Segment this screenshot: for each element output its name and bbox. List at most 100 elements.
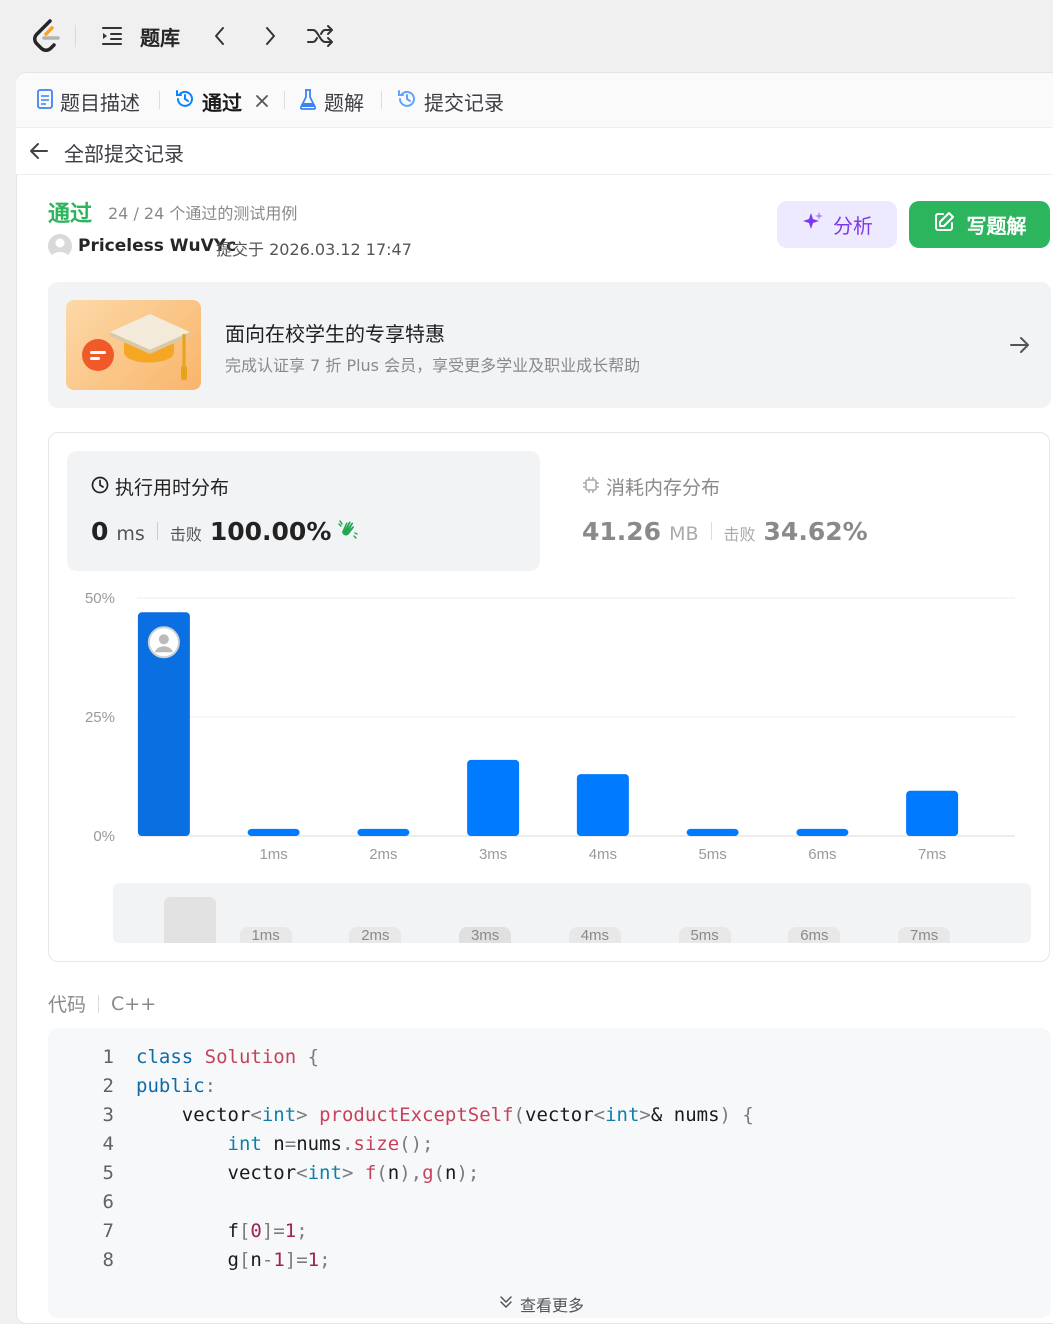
write-solution-button[interactable]: 写题解 (909, 201, 1050, 248)
code-token: 1 (273, 1249, 285, 1271)
range-navigator-label: 4ms (568, 927, 621, 943)
code-token: n (261, 1133, 285, 1155)
memory-title-row: 消耗内存分布 (582, 473, 720, 500)
runtime-unit: ms (116, 523, 145, 545)
code-text: vector<int> productExceptSelf(vector<int… (136, 1104, 754, 1126)
code-header: 代码 C++ (48, 990, 156, 1017)
range-navigator-label: 7ms (898, 927, 951, 943)
analyze-button[interactable]: 分析 (777, 201, 897, 248)
username[interactable]: Priceless WuVYc (78, 236, 236, 256)
back-button[interactable]: 全部提交记录 (28, 138, 184, 167)
code-text: public: (136, 1075, 216, 1097)
code-line: 6 (48, 1191, 1051, 1220)
code-token: f (364, 1162, 377, 1184)
prev-problem-chevron-left-icon[interactable] (210, 24, 230, 52)
memory-value-row: 41.26 MB 击败 34.62% (582, 517, 868, 546)
code-token: ) (719, 1104, 731, 1126)
code-token: : (204, 1075, 217, 1097)
code-token: ); (456, 1162, 480, 1184)
code-line: 3 vector<int> productExceptSelf(vector<i… (48, 1104, 1051, 1133)
sparkle-icon (801, 210, 825, 239)
code-token: [ (238, 1249, 251, 1271)
history-icon (174, 88, 196, 115)
submitted-at: 提交于 2026.03.12 17:47 (216, 240, 412, 259)
x-tick-label: 7ms (918, 846, 946, 863)
tab-label: 题解 (324, 91, 364, 115)
line-number: 6 (102, 1191, 114, 1213)
runtime-distribution-chart: 50% 25% 0% 1ms 2ms 3ms 4ms 5ms 6ms 7ms (85, 590, 1015, 863)
runtime-beat-value: 100.00% (209, 517, 332, 546)
tab-description[interactable]: 题目描述 (36, 87, 140, 116)
student-promo-banner[interactable]: 面向在校学生的专享特惠 完成认证享 7 折 Plus 会员，享受更多学业及职业成… (48, 282, 1051, 408)
x-tick-label: 6ms (808, 846, 836, 863)
code-token: n (387, 1162, 400, 1184)
range-navigator-label: 5ms (678, 927, 731, 943)
range-navigator[interactable]: 1ms 2ms 3ms 4ms 5ms 6ms 7ms (113, 883, 1031, 943)
code-token: ( (433, 1162, 445, 1184)
random-problem-shuffle-icon[interactable] (306, 24, 334, 52)
memory-beat-value: 34.62% (763, 517, 868, 546)
x-tick-label: 4ms (589, 846, 617, 863)
code-token: 0 (250, 1220, 262, 1242)
value-divider (710, 522, 712, 540)
tab-submissions[interactable]: 提交记录 (396, 87, 504, 116)
memory-stat-tab[interactable]: 消耗内存分布 41.26 MB 击败 34.62% (582, 451, 1022, 571)
line-number: 3 (102, 1104, 114, 1126)
back-label: 全部提交记录 (64, 142, 184, 166)
code-token: Solution (204, 1046, 297, 1068)
avatar-marker-head (158, 634, 169, 645)
value-divider (156, 522, 158, 540)
code-token: size (353, 1133, 400, 1155)
leetcode-logo-icon[interactable] (30, 18, 64, 54)
y-tick-label: 50% (85, 590, 115, 607)
tab-accepted[interactable]: 通过 (174, 87, 270, 116)
problem-list-button[interactable]: 题库 (100, 22, 180, 50)
runtime-stat-tab[interactable]: 执行用时分布 0 ms 击败 100.00% (67, 451, 540, 571)
tab-divider (381, 91, 382, 109)
code-text: vector<int> f(n),g(n); (136, 1162, 480, 1184)
code-block[interactable]: 1 class Solution {2 public: 3 vector<int> p… (48, 1028, 1051, 1318)
range-navigator-selected-bar[interactable] (164, 897, 216, 943)
tab-solutions[interactable]: 题解 (298, 87, 364, 116)
promo-subtitle: 完成认证享 7 折 Plus 会员，享受更多学业及职业成长帮助 (225, 356, 641, 375)
code-text: g[n-1]=1; (136, 1249, 331, 1271)
range-navigator-label: 1ms (239, 927, 292, 943)
chart-bar (906, 790, 959, 836)
line-number: 8 (102, 1249, 114, 1271)
x-tick-label: 5ms (698, 846, 726, 863)
code-token: [ (238, 1220, 251, 1242)
chip-icon (582, 476, 600, 498)
line-number: 7 (102, 1220, 114, 1242)
line-number: 2 (102, 1075, 114, 1097)
code-text: int n=nums.size(); (136, 1133, 434, 1155)
code-token: int (307, 1162, 342, 1184)
code-token: < (296, 1162, 308, 1184)
chart-bar (686, 828, 739, 836)
code-token: ), (399, 1162, 423, 1184)
show-more-button[interactable]: 查看更多 (498, 1292, 584, 1316)
promo-title: 面向在校学生的专享特惠 (225, 322, 445, 346)
tab-divider (284, 91, 285, 109)
tab-label: 题目描述 (60, 91, 140, 115)
flask-icon (298, 88, 318, 115)
avatar[interactable] (48, 234, 72, 258)
code-token: n (250, 1249, 262, 1271)
close-icon[interactable] (254, 90, 270, 114)
code-token: > (639, 1104, 651, 1126)
code-token: productExceptSelf (319, 1104, 514, 1126)
top-bar: 题库 (0, 0, 1053, 72)
status-text: 通过 (48, 202, 93, 227)
arrow-right-icon[interactable] (1008, 333, 1032, 361)
code-token: 1 (284, 1220, 297, 1242)
arrow-left-icon (28, 140, 50, 166)
code-label: 代码 (48, 994, 87, 1016)
tab-bar: 题目描述 通过 题解 提交记录 (16, 73, 1053, 128)
runtime-value-row: 0 ms 击败 100.00% (91, 517, 359, 546)
code-token: 1 (307, 1249, 320, 1271)
memory-unit: MB (669, 523, 699, 545)
code-token: f (136, 1220, 239, 1242)
next-problem-chevron-right-icon[interactable] (260, 24, 280, 52)
code-token: . (341, 1133, 354, 1155)
range-navigator-label: 3ms (459, 927, 512, 943)
